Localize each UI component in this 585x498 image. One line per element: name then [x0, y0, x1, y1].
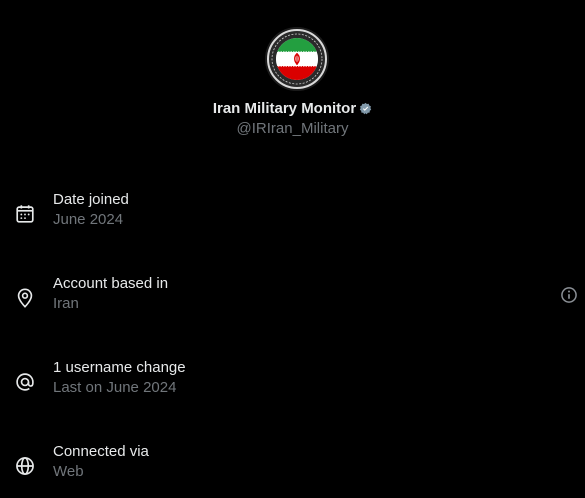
- detail-row-account-based-in: Account based in Iran: [0, 275, 585, 319]
- detail-value: June 2024: [53, 211, 124, 228]
- iran-flag-emblem-avatar: [265, 27, 329, 91]
- detail-label: Account based in: [53, 275, 169, 292]
- detail-value: Web: [53, 463, 84, 480]
- calendar-icon: [16, 205, 34, 223]
- profile-name-row: Iran Military Monitor: [0, 98, 585, 118]
- detail-value: Iran: [53, 295, 79, 312]
- location-pin-icon: [17, 288, 33, 308]
- detail-label: Date joined: [53, 191, 129, 208]
- detail-label: Connected via: [53, 443, 149, 460]
- profile-display-name[interactable]: Iran Military Monitor: [213, 100, 356, 117]
- detail-row-connected-via: Connected via Web: [0, 443, 585, 487]
- profile-handle[interactable]: @IRIran_Military: [0, 120, 585, 137]
- detail-label: 1 username change: [53, 359, 186, 376]
- detail-value: Last on June 2024: [53, 379, 177, 396]
- detail-row-date-joined: Date joined June 2024: [0, 191, 585, 235]
- about-account-panel: Iran Military Monitor @IRIran_Military D…: [0, 0, 585, 498]
- globe-icon: [16, 457, 34, 475]
- at-sign-icon: [16, 373, 34, 391]
- gray-verified-badge-icon[interactable]: [359, 102, 372, 115]
- detail-row-username-change: 1 username change Last on June 2024: [0, 359, 585, 403]
- info-icon[interactable]: [559, 285, 579, 305]
- profile-avatar[interactable]: [265, 27, 329, 91]
